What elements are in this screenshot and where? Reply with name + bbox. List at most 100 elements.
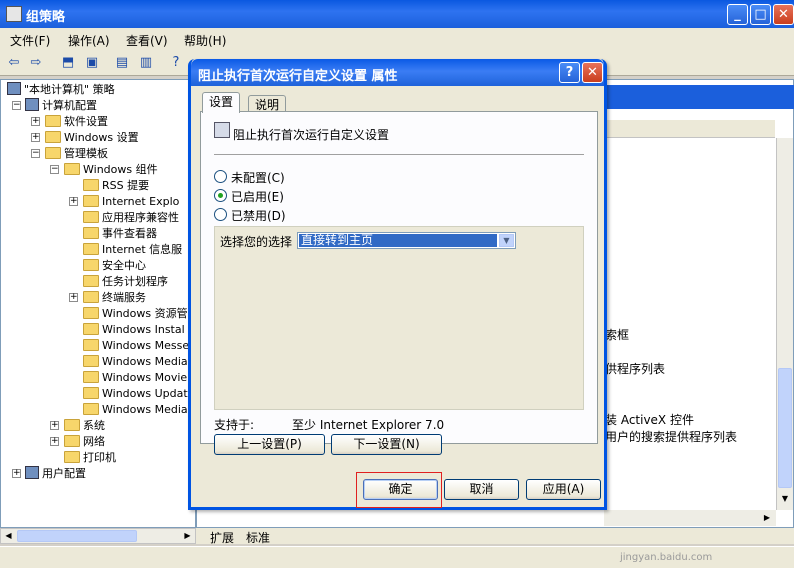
tree-item-printers[interactable]: 打印机 — [64, 450, 116, 466]
menu-action[interactable]: 操作(A) — [68, 32, 110, 49]
expand-icon[interactable]: + — [50, 437, 59, 446]
policy-list-item[interactable]: 装 ActiveX 控件 — [605, 411, 694, 428]
collapse-icon[interactable]: − — [12, 101, 21, 110]
policy-setting-icon — [214, 122, 230, 138]
tab-settings[interactable]: 设置 — [202, 92, 241, 113]
details-horizontal-scrollbar[interactable]: ▶ — [604, 510, 776, 526]
details-vertical-scrollbar[interactable]: ▼ — [776, 138, 793, 510]
close-button[interactable]: ✕ — [773, 4, 794, 25]
expand-icon[interactable]: + — [31, 133, 40, 142]
scroll-thumb[interactable] — [17, 530, 137, 542]
tree-item-rss[interactable]: RSS 提要 — [83, 178, 149, 194]
apply-button[interactable]: 应用(A) — [526, 479, 601, 500]
collapse-icon[interactable]: − — [31, 149, 40, 158]
policy-list-item[interactable]: 供程序列表 — [605, 360, 665, 377]
scroll-down-icon[interactable]: ▼ — [778, 492, 792, 506]
settings-panel: 阻止执行首次运行自定义设置 未配置(C) 已启用(E) 已禁用(D) 选择您的选… — [200, 111, 598, 455]
tree-item-windows-components[interactable]: Windows 组件 — [64, 162, 158, 178]
properties-icon[interactable]: ▤ — [112, 53, 132, 73]
status-bar: jingyan.baidu.com — [0, 546, 794, 568]
radio-not-configured-label[interactable]: 未配置(C) — [231, 169, 285, 186]
policy-list-item[interactable]: 用户的搜索提供程序列表 — [605, 428, 737, 445]
expand-icon[interactable]: + — [69, 197, 78, 206]
help-icon[interactable]: ? — [166, 53, 186, 73]
scroll-thumb[interactable] — [778, 368, 792, 488]
dialog-help-button[interactable]: ? — [559, 62, 580, 83]
tree-item-terminal-services[interactable]: 终端服务 — [83, 290, 146, 306]
menu-help[interactable]: 帮助(H) — [184, 32, 226, 49]
tree-item-admin-templates[interactable]: 管理模板 — [45, 146, 108, 162]
back-icon[interactable]: ⇦ — [4, 53, 24, 73]
dialog-close-button[interactable]: ✕ — [582, 62, 603, 83]
next-setting-button[interactable]: 下一设置(N) — [331, 434, 442, 455]
scroll-left-icon[interactable]: ◀ — [2, 530, 15, 542]
tree-item-task-scheduler[interactable]: 任务计划程序 — [83, 274, 168, 290]
expand-icon[interactable]: + — [69, 293, 78, 302]
cancel-button[interactable]: 取消 — [444, 479, 519, 500]
dialog-titlebar: 阻止执行首次运行自定义设置 属性 ? ✕ — [191, 59, 604, 86]
collapse-icon[interactable]: − — [50, 165, 59, 174]
folder-icon — [83, 307, 99, 319]
radio-not-configured[interactable] — [214, 170, 227, 183]
menu-view[interactable]: 查看(V) — [126, 32, 168, 49]
tree-item-ie-info[interactable]: Internet 信息服 — [83, 242, 182, 258]
divider — [214, 154, 584, 155]
column-header[interactable] — [600, 120, 775, 138]
user-icon — [25, 466, 39, 479]
tree-item-event-viewer[interactable]: 事件查看器 — [83, 226, 157, 242]
expand-icon[interactable]: + — [31, 117, 40, 126]
expand-icon[interactable]: + — [50, 421, 59, 430]
folder-icon — [83, 387, 99, 399]
radio-enabled-label[interactable]: 已启用(E) — [231, 188, 284, 205]
tree-item-win-movie[interactable]: Windows Movie — [83, 370, 187, 386]
tree-item-computer-config[interactable]: 计算机配置 — [25, 98, 97, 114]
radio-disabled[interactable] — [214, 208, 227, 221]
tree-item-windows-settings[interactable]: Windows 设置 — [45, 130, 139, 146]
radio-enabled[interactable] — [214, 189, 227, 202]
tree-horizontal-scrollbar[interactable]: ◀ ▶ — [0, 528, 196, 544]
folder-icon — [45, 131, 61, 143]
choice-dropdown[interactable]: 直接转到主页 ▼ — [297, 232, 516, 249]
folder-icon — [83, 179, 99, 191]
tree-item-security-center[interactable]: 安全中心 — [83, 258, 146, 274]
tree-item-network[interactable]: 网络 — [64, 434, 105, 450]
tree-item-ie[interactable]: Internet Explo — [83, 194, 179, 210]
menu-file[interactable]: 文件(F) — [10, 32, 50, 49]
forward-icon[interactable]: ⇨ — [26, 53, 46, 73]
chevron-down-icon[interactable]: ▼ — [499, 234, 514, 247]
tree-item-win-media-2[interactable]: Windows Media — [83, 402, 188, 418]
folder-icon — [83, 355, 99, 367]
window-title: 组策略 — [26, 10, 66, 25]
prev-setting-button[interactable]: 上一设置(P) — [214, 434, 325, 455]
minimize-button[interactable]: _ — [727, 4, 748, 25]
tree-item-user-config[interactable]: 用户配置 — [25, 466, 86, 482]
tree-item-app-compat[interactable]: 应用程序兼容性 — [83, 210, 179, 226]
folder-icon — [83, 291, 99, 303]
choice-value: 直接转到主页 — [299, 234, 497, 247]
tree-item-software-settings[interactable]: 软件设置 — [45, 114, 108, 130]
folder-icon — [64, 419, 80, 431]
folder-icon — [64, 435, 80, 447]
expand-icon[interactable]: + — [12, 469, 21, 478]
tree-item-win-messenger[interactable]: Windows Messen — [83, 338, 195, 354]
folder-icon — [64, 163, 80, 175]
tree-item-win-installer[interactable]: Windows Instal — [83, 322, 185, 338]
show-hide-tree-icon[interactable]: ▣ — [82, 53, 102, 73]
tree-item-system[interactable]: 系统 — [64, 418, 105, 434]
app-icon — [6, 6, 22, 22]
tree-item-win-media-1[interactable]: Windows Media — [83, 354, 188, 370]
folder-icon — [83, 227, 99, 239]
radio-disabled-label[interactable]: 已禁用(D) — [231, 207, 286, 224]
maximize-button[interactable]: □ — [750, 4, 771, 25]
tree-root[interactable]: "本地计算机" 策略 — [7, 82, 115, 98]
tree-item-win-update[interactable]: Windows Update — [83, 386, 194, 402]
tab-extended[interactable]: 扩展 — [210, 529, 234, 546]
policy-list-item[interactable]: 索框 — [605, 326, 629, 343]
up-folder-icon[interactable]: ⬒ — [58, 53, 78, 73]
menubar: 文件(F) 操作(A) 查看(V) 帮助(H) — [0, 28, 794, 50]
tree-item-win-explorer[interactable]: Windows 资源管 — [83, 306, 188, 322]
export-list-icon[interactable]: ▥ — [136, 53, 156, 73]
scroll-right-icon[interactable]: ▶ — [181, 530, 194, 542]
scroll-right-icon[interactable]: ▶ — [760, 511, 774, 525]
tab-standard[interactable]: 标准 — [246, 529, 270, 546]
